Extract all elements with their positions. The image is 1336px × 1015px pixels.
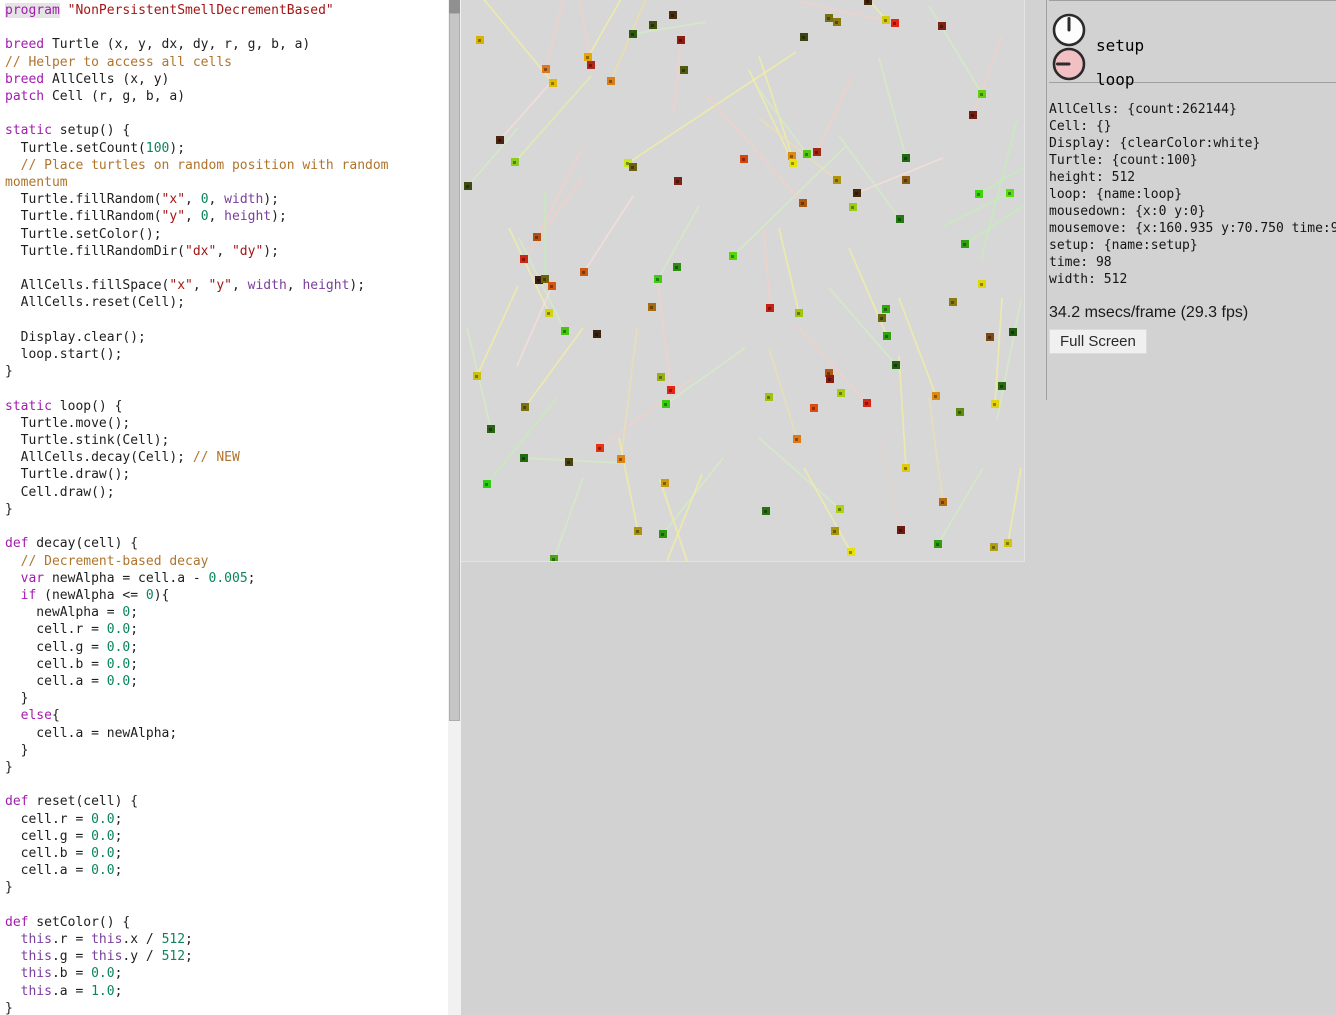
code-line: cell.g = 0.0;	[0, 828, 448, 845]
watch-line: mousemove: {x:160.935 y:70.750 time:9	[1049, 220, 1336, 237]
code-line: var newAlpha = cell.a - 0.005;	[0, 570, 448, 587]
fullscreen-button[interactable]: Full Screen	[1049, 329, 1147, 354]
code-line: cell.r = 0.0;	[0, 811, 448, 828]
divider	[1049, 82, 1336, 83]
watch-line: height: 512	[1049, 169, 1336, 186]
watch-line: AllCells: {count:262144}	[1049, 101, 1336, 118]
code-line: }	[0, 759, 448, 776]
code-line	[0, 776, 448, 793]
code-line: if (newAlpha <= 0){	[0, 587, 448, 604]
code-line: cell.b = 0.0;	[0, 845, 448, 862]
code-line: this.r = this.x / 512;	[0, 931, 448, 948]
code-line: Turtle.draw();	[0, 466, 448, 483]
code-line: }	[0, 879, 448, 896]
turtle-layer	[461, 0, 1024, 561]
code-line: AllCells.decay(Cell); // NEW	[0, 449, 448, 466]
code-line	[0, 260, 448, 277]
code-line	[0, 897, 448, 914]
code-line	[0, 518, 448, 535]
setup-button[interactable]	[1051, 12, 1087, 48]
code-line: def reset(cell) {	[0, 793, 448, 810]
code-line	[0, 105, 448, 122]
code-line: cell.b = 0.0;	[0, 656, 448, 673]
code-line: Turtle.fillRandom("y", 0, height);	[0, 208, 448, 225]
setup-control: setup	[1051, 12, 1336, 48]
scrollbar-up-arrow[interactable]	[449, 0, 460, 13]
code-line: momentum	[0, 174, 448, 191]
watch-line: Cell: {}	[1049, 118, 1336, 135]
code-line: }	[0, 501, 448, 518]
code-line: Turtle.fillRandom("x", 0, width);	[0, 191, 448, 208]
code-line	[0, 380, 448, 397]
code-line: }	[0, 742, 448, 759]
code-line: Turtle.fillRandomDir("dx", "dy");	[0, 243, 448, 260]
loop-button[interactable]	[1051, 46, 1087, 82]
code-line: AllCells.reset(Cell);	[0, 294, 448, 311]
code-line: breed AllCells (x, y)	[0, 71, 448, 88]
code-line: static setup() {	[0, 122, 448, 139]
control-panel: setup loop AllCells: {count:262144}Cell:…	[1046, 0, 1336, 400]
code-line	[0, 19, 448, 36]
code-line: cell.a = 0.0;	[0, 673, 448, 690]
code-line: breed Turtle (x, y, dx, dy, r, g, b, a)	[0, 36, 448, 53]
code-line: newAlpha = 0;	[0, 604, 448, 621]
watch-line: setup: {name:setup}	[1049, 237, 1336, 254]
code-line: // Decrement-based decay	[0, 553, 448, 570]
setup-button-label[interactable]: setup	[1096, 36, 1144, 55]
code-line: }	[0, 1000, 448, 1015]
code-line: cell.a = 0.0;	[0, 862, 448, 879]
code-line: // Helper to access all cells	[0, 54, 448, 71]
code-scrollbar[interactable]	[448, 0, 461, 1015]
watch-line: Turtle: {count:100}	[1049, 152, 1336, 169]
watch-variables: AllCells: {count:262144}Cell: {}Display:…	[1049, 101, 1336, 288]
code-line: cell.g = 0.0;	[0, 639, 448, 656]
watch-line: Display: {clearColor:white}	[1049, 135, 1336, 152]
code-line: def setColor() {	[0, 914, 448, 931]
code-line: this.a = 1.0;	[0, 983, 448, 1000]
code-editor[interactable]: program "NonPersistentSmellDecrementBase…	[0, 0, 448, 1015]
code-line: this.b = 0.0;	[0, 965, 448, 982]
scrollbar-thumb[interactable]	[449, 13, 460, 721]
code-line: this.g = this.y / 512;	[0, 948, 448, 965]
code-line: def decay(cell) {	[0, 535, 448, 552]
code-line: }	[0, 363, 448, 380]
code-line: AllCells.fillSpace("x", "y", width, heig…	[0, 277, 448, 294]
code-line: Turtle.move();	[0, 415, 448, 432]
simulation-canvas[interactable]	[461, 0, 1025, 562]
divider	[1049, 0, 1336, 1]
code-line: Turtle.setCount(100);	[0, 140, 448, 157]
code-line: // Place turtles on random position with…	[0, 157, 448, 174]
loop-control: loop	[1051, 46, 1336, 82]
code-line: Cell.draw();	[0, 484, 448, 501]
loop-button-label[interactable]: loop	[1096, 70, 1135, 89]
code-line	[0, 312, 448, 329]
code-line: cell.r = 0.0;	[0, 621, 448, 638]
code-line: Turtle.setColor();	[0, 226, 448, 243]
code-line: patch Cell (r, g, b, a)	[0, 88, 448, 105]
watch-line: width: 512	[1049, 271, 1336, 288]
code-line: Display.clear();	[0, 329, 448, 346]
code-line: Turtle.stink(Cell);	[0, 432, 448, 449]
code-line: }	[0, 690, 448, 707]
code-line: program "NonPersistentSmellDecrementBase…	[0, 2, 448, 19]
watch-line: loop: {name:loop}	[1049, 186, 1336, 203]
code-line: loop.start();	[0, 346, 448, 363]
watch-line: time: 98	[1049, 254, 1336, 271]
code-line: static loop() {	[0, 398, 448, 415]
frame-time-text: 34.2 msecs/frame (29.3 fps)	[1049, 304, 1336, 322]
code-line: else{	[0, 707, 448, 724]
watch-line: mousedown: {x:0 y:0}	[1049, 203, 1336, 220]
code-line: cell.a = newAlpha;	[0, 725, 448, 742]
